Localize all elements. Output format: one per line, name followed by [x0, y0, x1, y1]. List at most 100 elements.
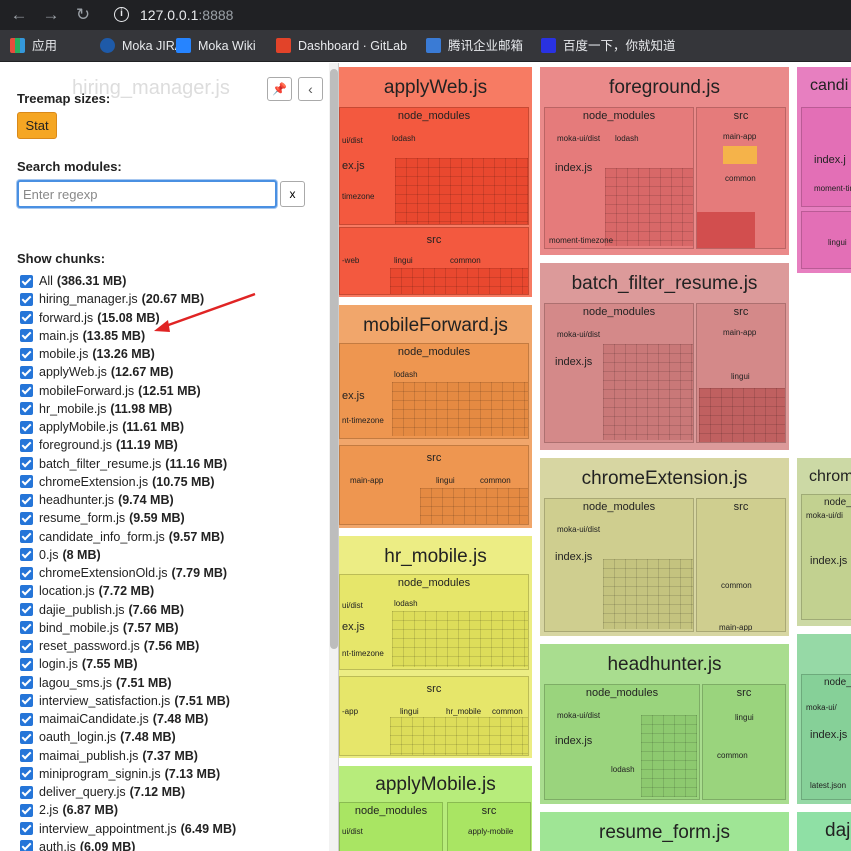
src-block[interactable]: src apply-mobile — [447, 802, 531, 851]
treemap-tile-chromeextension[interactable]: chromeExtension.js node_modules moka-ui/… — [540, 458, 789, 636]
chunk-item[interactable]: oauth_login.js (7.48 MB) — [20, 728, 236, 746]
treemap-tile-headhunter[interactable]: headhunter.js node_modules moka-ui/dist … — [540, 644, 789, 804]
checkbox[interactable] — [20, 822, 33, 836]
src-block[interactable]: lingui — [801, 211, 851, 269]
forward-icon[interactable]: → — [40, 4, 62, 26]
checkbox[interactable] — [20, 621, 33, 635]
treemap-tile-batch-filter-resume[interactable]: batch_filter_resume.js node_modules moka… — [540, 263, 789, 450]
checkbox[interactable] — [20, 840, 33, 851]
src-block[interactable]: src lingui common — [702, 684, 786, 800]
treemap[interactable]: applyWeb.js node_modules ex.js ui/dist l… — [339, 63, 851, 851]
node-modules-block[interactable]: node_modules moka-ui/dist index.js — [544, 498, 694, 632]
checkbox[interactable] — [20, 694, 33, 708]
src-block[interactable]: src -web lingui common — [339, 227, 529, 295]
checkbox[interactable] — [20, 803, 33, 817]
bookmark-apps[interactable]: 应用 — [10, 38, 57, 54]
checkbox[interactable] — [20, 511, 33, 525]
bookmark-moka-wiki[interactable]: Moka Wiki — [176, 38, 256, 54]
src-block[interactable]: src -app lingui hr_mobile common — [339, 676, 529, 756]
node-modules-block[interactable]: node_modules moka-ui/dist lodash index.j… — [544, 107, 694, 249]
node-modules-block[interactable]: node_modules ex.js ui/dist lodash timezo… — [339, 107, 529, 225]
chunk-item[interactable]: 0.js (8 MB) — [20, 546, 236, 564]
src-block[interactable]: src main-app lingui common — [339, 445, 529, 525]
sidebar-scrollbar[interactable] — [329, 63, 338, 851]
checkbox[interactable] — [20, 584, 33, 598]
address-bar[interactable]: i 127.0.0.1:8888 — [104, 2, 851, 28]
bookmark-baidu[interactable]: 百度一下，你就知道 — [541, 38, 676, 54]
chunk-item[interactable]: chromeExtensionOld.js (7.79 MB) — [20, 564, 236, 582]
treemap-tile-chromeextensionold[interactable]: chrom node_m moka-ui/di index.js — [797, 458, 851, 626]
reload-icon[interactable]: ↻ — [72, 4, 94, 26]
checkbox[interactable] — [20, 566, 33, 580]
node-modules-block[interactable]: node_modules moka-ui/dist index.js lodas… — [544, 684, 700, 800]
chunk-item[interactable]: bind_mobile.js (7.57 MB) — [20, 619, 236, 637]
pin-icon[interactable]: 📌 — [267, 77, 292, 101]
checkbox[interactable] — [20, 292, 33, 306]
checkbox[interactable] — [20, 749, 33, 763]
chunk-item[interactable]: headhunter.js (9.74 MB) — [20, 491, 236, 509]
checkbox[interactable] — [20, 712, 33, 726]
chunk-item[interactable]: login.js (7.55 MB) — [20, 655, 236, 673]
src-block[interactable]: src common main-app — [696, 498, 786, 632]
chunk-item[interactable]: 2.js (6.87 MB) — [20, 801, 236, 819]
stat-button[interactable]: Stat — [17, 112, 57, 139]
node-modules-block[interactable]: node_modules ui/dist lodash ex.js nt-tim… — [339, 574, 529, 670]
treemap-tile-applymobile[interactable]: applyMobile.js node_modules ui/dist src … — [339, 766, 532, 851]
bookmark-moka-jira[interactable]: Moka JIRA — [100, 38, 183, 54]
info-icon[interactable]: i — [114, 7, 129, 22]
checkbox[interactable] — [20, 347, 33, 361]
bookmark-gitlab[interactable]: Dashboard · GitLab — [276, 38, 407, 54]
checkbox[interactable] — [20, 639, 33, 653]
node-modules-block[interactable]: node_ moka-ui/ index.js latest.json — [801, 674, 851, 800]
checkbox[interactable] — [20, 530, 33, 544]
chunk-item[interactable]: location.js (7.72 MB) — [20, 582, 236, 600]
checkbox[interactable] — [20, 785, 33, 799]
checkbox[interactable] — [20, 402, 33, 416]
treemap-tile-hr-mobile[interactable]: hr_mobile.js node_modules ui/dist lodash… — [339, 536, 532, 758]
checkbox[interactable] — [20, 274, 33, 288]
node-modules-block[interactable]: index.j moment-time — [801, 107, 851, 207]
chunk-item[interactable]: miniprogram_signin.js (7.13 MB) — [20, 765, 236, 783]
collapse-sidebar-button[interactable]: ‹ — [298, 77, 323, 101]
chunk-item[interactable]: batch_filter_resume.js (11.16 MB) — [20, 455, 236, 473]
treemap-tile-foreground[interactable]: foreground.js node_modules moka-ui/dist … — [540, 67, 789, 255]
checkbox[interactable] — [20, 475, 33, 489]
checkbox[interactable] — [20, 767, 33, 781]
checkbox[interactable] — [20, 438, 33, 452]
back-icon[interactable]: ← — [8, 4, 30, 26]
checkbox[interactable] — [20, 657, 33, 671]
chunk-item[interactable]: interview_satisfaction.js (7.51 MB) — [20, 692, 236, 710]
node-modules-block[interactable]: node_modules lodash ex.js nt-timezone — [339, 343, 529, 439]
chunk-item[interactable]: hr_mobile.js (11.98 MB) — [20, 400, 236, 418]
chunk-item[interactable]: chromeExtension.js (10.75 MB) — [20, 473, 236, 491]
chunk-item[interactable]: mobile.js (13.26 MB) — [20, 345, 236, 363]
treemap-tile-applyweb[interactable]: applyWeb.js node_modules ex.js ui/dist l… — [339, 67, 532, 297]
checkbox[interactable] — [20, 311, 33, 325]
chunk-item[interactable]: deliver_query.js (7.12 MB) — [20, 783, 236, 801]
checkbox[interactable] — [20, 420, 33, 434]
scrollbar-thumb[interactable] — [330, 69, 338, 649]
clear-search-button[interactable]: x — [280, 181, 305, 207]
checkbox[interactable] — [20, 457, 33, 471]
treemap-tile-candidate-info[interactable]: node_ moka-ui/ index.js latest.json — [797, 634, 851, 804]
chunk-item[interactable]: auth.js (6.09 MB) — [20, 838, 236, 851]
chunk-item[interactable]: reset_password.js (7.56 MB) — [20, 637, 236, 655]
checkbox[interactable] — [20, 384, 33, 398]
checkbox[interactable] — [20, 493, 33, 507]
chunk-item[interactable]: interview_appointment.js (6.49 MB) — [20, 820, 236, 838]
src-block[interactable]: src main-app common lingui — [696, 107, 786, 249]
treemap-tile-dajie-publish[interactable]: daj — [797, 812, 851, 851]
node-modules-block[interactable]: node_modules moka-ui/dist index.js — [544, 303, 694, 443]
chunk-item[interactable]: applyWeb.js (12.67 MB) — [20, 363, 236, 381]
treemap-tile-mobileforward[interactable]: mobileForward.js node_modules lodash ex.… — [339, 305, 532, 528]
checkbox[interactable] — [20, 365, 33, 379]
chunk-item[interactable]: lagou_sms.js (7.51 MB) — [20, 674, 236, 692]
checkbox[interactable] — [20, 730, 33, 744]
search-input[interactable] — [17, 180, 277, 208]
chunk-item[interactable]: maimai_publish.js (7.37 MB) — [20, 747, 236, 765]
treemap-tile-resume-form[interactable]: resume_form.js — [540, 812, 789, 851]
src-block[interactable]: src main-app lingui common — [696, 303, 786, 443]
chunk-item[interactable]: dajie_publish.js (7.66 MB) — [20, 601, 236, 619]
chunk-item[interactable]: mobileForward.js (12.51 MB) — [20, 382, 236, 400]
bookmark-tencent-mail[interactable]: 腾讯企业邮箱 — [426, 38, 523, 54]
